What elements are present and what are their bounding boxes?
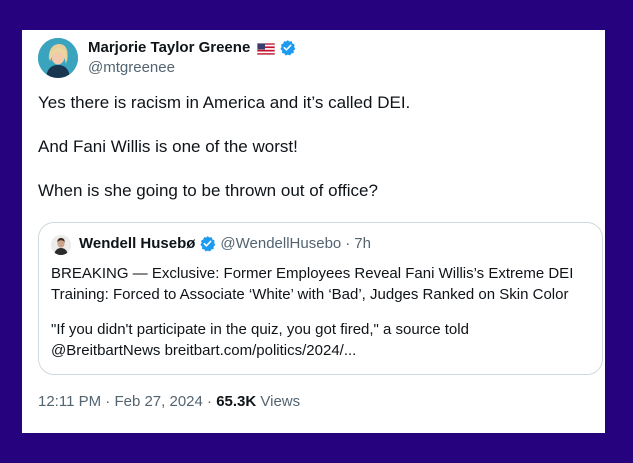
quoted-author-avatar[interactable] <box>51 235 71 255</box>
author-name[interactable]: Marjorie Taylor Greene <box>88 39 296 56</box>
quoted-author-name[interactable]: Wendell Husebø <box>79 235 195 252</box>
quoted-timestamp[interactable]: 7h <box>354 235 371 252</box>
quoted-line: "If you didn't participate in the quiz, … <box>51 321 469 338</box>
author-avatar[interactable] <box>38 38 78 78</box>
tweet-paragraph: Yes there is racism in America and it’s … <box>38 93 411 112</box>
quoted-author-handle[interactable]: @WendellHusebo <box>220 235 341 252</box>
quoted-separator: · <box>345 235 351 252</box>
views-label: Views <box>260 393 301 410</box>
tweet-date[interactable]: Feb 27, 2024 <box>114 393 202 410</box>
tweet-time[interactable]: 12:11 PM <box>38 393 101 410</box>
quoted-excerpt: "If you didn't participate in the quiz, … <box>51 319 596 361</box>
verified-badge-icon <box>199 235 216 252</box>
quoted-line: BREAKING — Exclusive: Former Employees R… <box>51 265 574 282</box>
author-handle[interactable]: @mtgreenee <box>88 59 175 76</box>
quoted-text: BREAKING — Exclusive: Former Employees R… <box>51 263 596 361</box>
views-count[interactable]: 65.3K <box>216 393 256 410</box>
us-flag-icon <box>257 42 276 55</box>
meta-separator: · <box>207 393 213 410</box>
tweet-paragraph: And Fani Willis is one of the worst! <box>38 137 298 156</box>
quoted-tweet[interactable]: Wendell Husebø @WendellHusebo · 7h BREAK… <box>38 222 603 375</box>
author-name-text[interactable]: Marjorie Taylor Greene <box>88 39 250 56</box>
tweet-text: Yes there is racism in America and it’s … <box>38 92 588 202</box>
tweet-meta: 12:11 PM · Feb 27, 2024 · 65.3K Views <box>38 393 300 410</box>
tweet-card: Marjorie Taylor Greene @mtgreenee Yes th… <box>22 30 605 433</box>
quoted-headline: BREAKING — Exclusive: Former Employees R… <box>51 263 596 305</box>
quoted-header: Wendell Husebø @WendellHusebo · 7h <box>79 235 371 252</box>
quoted-line[interactable]: @BreitbartNews breitbart.com/politics/20… <box>51 342 356 359</box>
tweet-paragraph: When is she going to be thrown out of of… <box>38 181 378 200</box>
quoted-line: Training: Forced to Associate ‘White’ wi… <box>51 286 569 303</box>
verified-badge-icon <box>279 39 296 56</box>
meta-separator: · <box>105 393 111 410</box>
